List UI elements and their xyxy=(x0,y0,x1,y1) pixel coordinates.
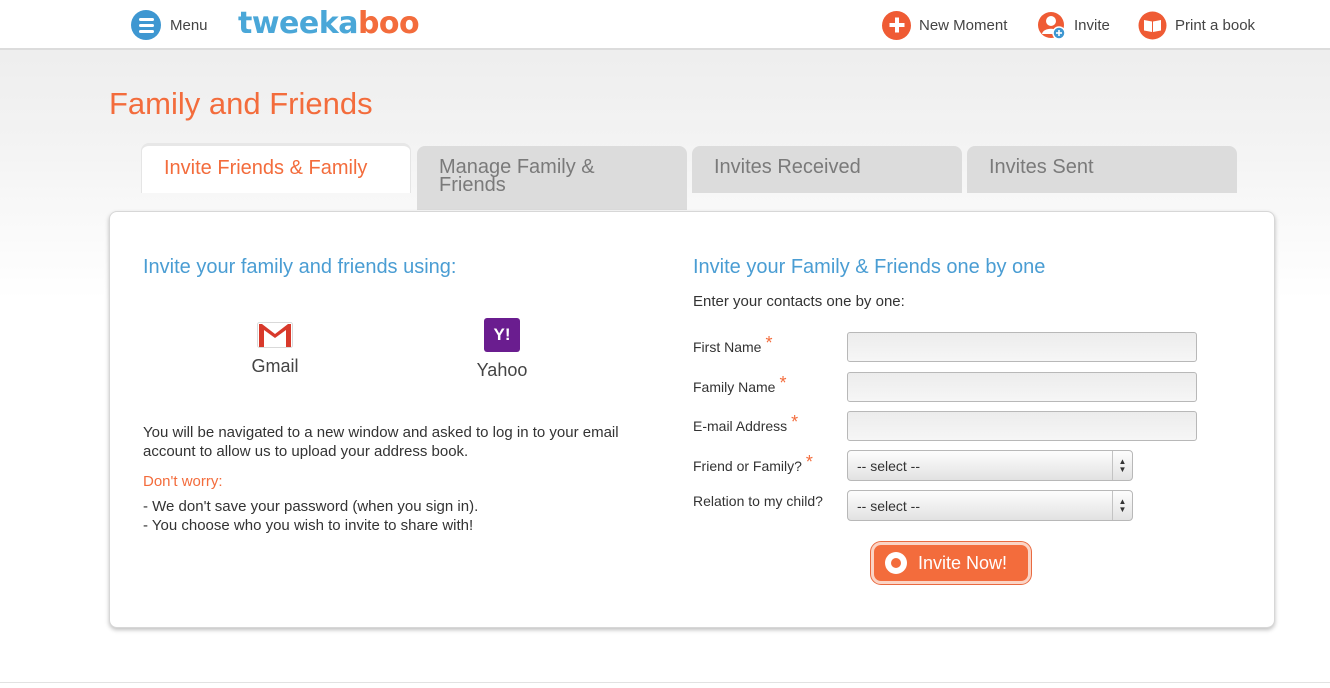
tab-label: Invites Sent xyxy=(989,156,1094,178)
select-arrows-icon: ▲ ▼ xyxy=(1112,491,1132,520)
tab-invites-received[interactable]: Invites Received xyxy=(692,146,962,193)
selected-value: -- select -- xyxy=(857,458,920,474)
email-label: E-mail Address * xyxy=(693,412,799,434)
email-field[interactable] xyxy=(847,411,1197,441)
top-bar: Menu tweekaboo New Moment Invite Print a… xyxy=(0,0,1330,50)
family-name-field[interactable] xyxy=(847,372,1197,402)
tab-label: Invite Friends & Family xyxy=(164,157,368,179)
gmail-icon xyxy=(257,322,293,348)
plus-icon xyxy=(882,10,911,40)
first-name-label: First Name * xyxy=(693,333,773,355)
invite-nav-label: Invite xyxy=(1074,16,1110,34)
family-name-label: Family Name * xyxy=(693,373,787,395)
navigation-info-text: You will be navigated to a new window an… xyxy=(143,424,619,460)
yahoo-provider[interactable]: Y! Yahoo xyxy=(457,318,547,381)
new-moment-label: New Moment xyxy=(919,16,1008,34)
selected-value: -- select -- xyxy=(857,498,920,514)
friend-or-family-label: Friend or Family? * xyxy=(693,452,813,474)
new-moment-button[interactable]: New Moment xyxy=(882,10,1007,40)
tab-label: Invites Received xyxy=(714,156,861,178)
dont-worry-label: Don't worry: xyxy=(143,473,223,490)
menu-button[interactable]: Menu xyxy=(131,10,208,40)
relation-select[interactable]: -- select -- ▲ ▼ xyxy=(847,490,1133,521)
list-item: - You choose who you wish to invite to s… xyxy=(143,517,474,534)
required-marker: * xyxy=(805,452,813,472)
add-user-icon xyxy=(1037,11,1066,40)
friend-or-family-select[interactable]: -- select -- ▲ ▼ xyxy=(847,450,1133,481)
list-item: - We don't save your password (when you … xyxy=(143,498,479,515)
invite-nav-button[interactable]: Invite xyxy=(1037,10,1110,40)
menu-label: Menu xyxy=(170,16,208,34)
tab-invite-friends-family[interactable]: Invite Friends & Family xyxy=(141,143,411,193)
tweekaboo-logo[interactable]: tweekaboo xyxy=(238,6,420,42)
invite-now-button[interactable]: Invite Now! xyxy=(871,542,1031,584)
tab-label: Manage Family & Friends xyxy=(439,156,595,196)
manual-invite-heading: Invite your Family & Friends one by one xyxy=(693,256,1046,278)
form-intro-text: Enter your contacts one by one: xyxy=(693,293,905,310)
required-marker: * xyxy=(791,412,799,432)
tab-invites-sent[interactable]: Invites Sent xyxy=(967,146,1237,193)
gmail-label: Gmail xyxy=(251,356,299,376)
first-name-field[interactable] xyxy=(847,332,1197,362)
print-book-button[interactable]: Print a book xyxy=(1138,10,1255,40)
required-marker: * xyxy=(765,333,773,353)
hamburger-icon xyxy=(131,10,161,40)
invite-now-label: Invite Now! xyxy=(918,552,1008,573)
gmail-provider[interactable]: Gmail xyxy=(230,322,320,377)
relation-label: Relation to my child? xyxy=(693,493,823,509)
import-heading: Invite your family and friends using: xyxy=(143,256,457,278)
page-title: Family and Friends xyxy=(109,86,373,121)
book-icon xyxy=(1138,11,1167,40)
footer-divider xyxy=(0,682,1330,683)
tab-manage-family-friends[interactable]: Manage Family & Friends xyxy=(417,146,687,210)
yahoo-label: Yahoo xyxy=(476,360,528,380)
select-arrows-icon: ▲ ▼ xyxy=(1112,451,1132,480)
yahoo-icon: Y! xyxy=(484,318,520,352)
print-book-label: Print a book xyxy=(1175,16,1256,34)
invite-panel: Invite your family and friends using: Gm… xyxy=(109,211,1275,628)
reassurance-list: - We don't save your password (when you … xyxy=(143,497,478,535)
required-marker: * xyxy=(779,373,787,393)
circle-dot-icon xyxy=(885,552,907,574)
